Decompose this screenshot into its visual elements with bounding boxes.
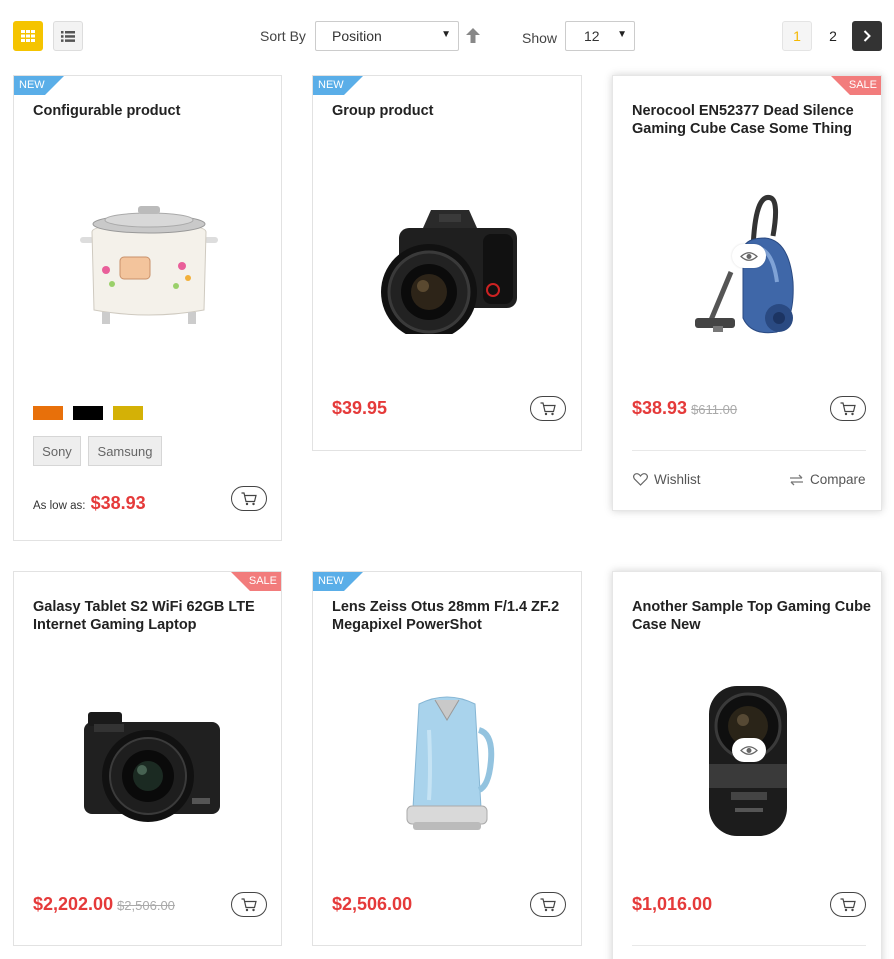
heart-icon	[633, 473, 648, 486]
grid-icon	[21, 30, 35, 42]
toolbar: Sort By Position ▼ Show 12 ▼ 1 2	[0, 0, 894, 75]
product-image-rice-cooker[interactable]	[78, 202, 220, 328]
cart-icon	[840, 401, 856, 415]
product-image-action-camera[interactable]	[705, 682, 791, 842]
color-swatch-black[interactable]	[73, 406, 103, 420]
product-price: $38.93 $611.00	[632, 398, 737, 419]
product-title[interactable]: Group product	[332, 102, 567, 120]
product-card[interactable]: SALE Nerocool EN52377 Dead Silence Gamin…	[612, 75, 882, 511]
grid-view-button[interactable]	[13, 21, 43, 51]
new-badge: NEW	[313, 76, 363, 95]
wishlist-link[interactable]: Wishlist	[633, 472, 701, 487]
old-price: $2,506.00	[117, 898, 175, 913]
add-to-cart-button[interactable]	[231, 892, 267, 917]
product-card[interactable]: NEW Lens Zeiss Otus 28mm F/1.4 ZF.2 Mega…	[312, 571, 582, 946]
caret-down-icon: ▼	[441, 29, 451, 40]
eye-icon	[740, 745, 758, 755]
product-card[interactable]: Another Sample Top Gaming Cube Case New …	[612, 571, 882, 959]
add-to-cart-button[interactable]	[231, 486, 267, 511]
page-2-link[interactable]: 2	[818, 21, 848, 51]
product-title[interactable]: Another Sample Top Gaming Cube Case New	[632, 598, 872, 634]
cart-icon	[241, 897, 257, 911]
cart-icon	[540, 897, 556, 911]
next-page-button[interactable]	[852, 21, 882, 51]
eye-icon	[740, 251, 758, 261]
compare-icon	[790, 474, 803, 485]
sale-badge: SALE	[231, 572, 281, 591]
cart-icon	[241, 491, 257, 505]
product-card[interactable]: NEW Configurable product Sony Samsung As…	[13, 75, 282, 541]
product-title[interactable]: Nerocool EN52377 Dead Silence Gaming Cub…	[632, 102, 872, 138]
card-divider	[632, 945, 866, 946]
product-image-dslr-camera[interactable]	[377, 202, 521, 334]
product-price: $2,202.00 $2,506.00	[33, 894, 175, 915]
product-title[interactable]: Configurable product	[33, 102, 268, 120]
sort-by-label: Sort By	[260, 28, 306, 44]
quick-view-button[interactable]	[732, 244, 766, 268]
sort-direction-arrow-up-icon[interactable]	[466, 28, 480, 43]
card-divider	[632, 450, 866, 451]
product-card[interactable]: NEW Group product $39.95	[312, 75, 582, 451]
as-low-as-label: As low as:	[33, 500, 86, 512]
caret-down-icon: ▼	[617, 29, 627, 40]
product-image-blue-kettle[interactable]	[399, 690, 495, 838]
option-sony[interactable]: Sony	[33, 436, 81, 466]
product-price: $38.93	[90, 493, 146, 513]
add-to-cart-button[interactable]	[530, 892, 566, 917]
product-card[interactable]: SALE Galasy Tablet S2 WiFi 62GB LTE Inte…	[13, 571, 282, 946]
sale-badge: SALE	[831, 76, 881, 95]
list-icon	[61, 30, 75, 42]
sort-by-select[interactable]: Position ▼	[315, 21, 459, 51]
product-price: $2,506.00	[332, 894, 413, 914]
product-title[interactable]: Galasy Tablet S2 WiFi 62GB LTE Internet …	[33, 598, 268, 634]
new-badge: NEW	[313, 572, 363, 591]
special-price: $38.93	[632, 398, 688, 418]
limit-select[interactable]: 12 ▼	[565, 21, 635, 51]
product-price: $39.95	[332, 398, 388, 418]
product-image-compact-camera[interactable]	[80, 708, 224, 826]
chevron-right-icon	[863, 30, 871, 42]
page-1-button[interactable]: 1	[782, 21, 812, 51]
compare-label: Compare	[810, 472, 866, 487]
product-price: $1,016.00	[632, 894, 713, 914]
list-view-button[interactable]	[53, 21, 83, 51]
product-title[interactable]: Lens Zeiss Otus 28mm F/1.4 ZF.2 Megapixe…	[332, 598, 567, 634]
cart-icon	[540, 401, 556, 415]
option-samsung[interactable]: Samsung	[88, 436, 162, 466]
add-to-cart-button[interactable]	[530, 396, 566, 421]
old-price: $611.00	[691, 402, 738, 417]
new-badge: NEW	[14, 76, 64, 95]
limit-value: 12	[584, 28, 600, 44]
as-low-as-price: As low as: $38.93	[33, 493, 146, 514]
wishlist-label: Wishlist	[654, 472, 701, 487]
special-price: $2,202.00	[33, 894, 114, 914]
show-label: Show	[522, 30, 558, 46]
compare-link[interactable]: Compare	[789, 472, 866, 487]
cart-icon	[840, 897, 856, 911]
sort-by-value: Position	[332, 28, 382, 44]
quick-view-button[interactable]	[732, 738, 766, 762]
add-to-cart-button[interactable]	[830, 892, 866, 917]
color-swatch-yellow[interactable]	[113, 406, 143, 420]
add-to-cart-button[interactable]	[830, 396, 866, 421]
color-swatch-orange[interactable]	[33, 406, 63, 420]
